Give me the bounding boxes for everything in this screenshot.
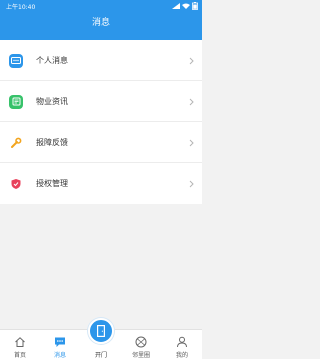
menu-item-personal-messages[interactable]: 个人消息	[0, 40, 202, 81]
message-category-list: 个人消息 物业资讯 报障反馈 授权管理	[0, 40, 202, 204]
home-icon	[15, 337, 25, 347]
property-news-icon	[9, 94, 23, 109]
menu-item-repair-feedback[interactable]: 报障反馈	[0, 122, 202, 163]
tab-label: 我的	[175, 352, 188, 359]
authorization-icon	[9, 176, 23, 191]
open-door-button[interactable]	[88, 318, 114, 344]
tab-home[interactable]: 首页	[0, 330, 40, 359]
status-bar: 上午10:40	[0, 0, 202, 12]
personal-message-icon	[9, 53, 23, 68]
neighborhood-icon	[135, 336, 147, 348]
page-title: 消息	[91, 18, 110, 28]
top-bar: 上午10:40 消息	[0, 0, 202, 40]
menu-item-property-news[interactable]: 物业资讯	[0, 81, 202, 122]
repair-feedback-icon	[9, 135, 23, 150]
tab-label: 邻里圈	[131, 352, 150, 359]
status-time: 上午10:40	[6, 4, 36, 11]
chevron-right-icon	[189, 57, 194, 64]
wifi-icon	[182, 3, 190, 9]
chevron-right-icon	[189, 180, 194, 187]
chevron-right-icon	[189, 139, 194, 146]
tab-messages[interactable]: 消息	[40, 330, 80, 359]
tab-label: 首页	[13, 352, 26, 359]
tab-label: 消息	[53, 352, 66, 359]
menu-item-label: 报障反馈	[36, 138, 68, 147]
menu-item-authorization[interactable]: 授权管理	[0, 163, 202, 204]
signal-icon	[172, 3, 180, 9]
message-icon	[55, 337, 65, 347]
profile-icon	[177, 336, 187, 348]
battery-icon	[192, 2, 198, 10]
chevron-right-icon	[189, 98, 194, 105]
menu-item-label: 个人消息	[36, 56, 68, 65]
tab-profile[interactable]: 我的	[162, 330, 202, 359]
door-icon	[97, 325, 105, 337]
menu-item-label: 物业资讯	[36, 97, 68, 106]
open-door-label: 开门	[94, 352, 107, 359]
tab-neighborhood[interactable]: 邻里圈	[121, 330, 161, 359]
status-icons	[172, 2, 198, 10]
menu-item-label: 授权管理	[36, 179, 68, 188]
